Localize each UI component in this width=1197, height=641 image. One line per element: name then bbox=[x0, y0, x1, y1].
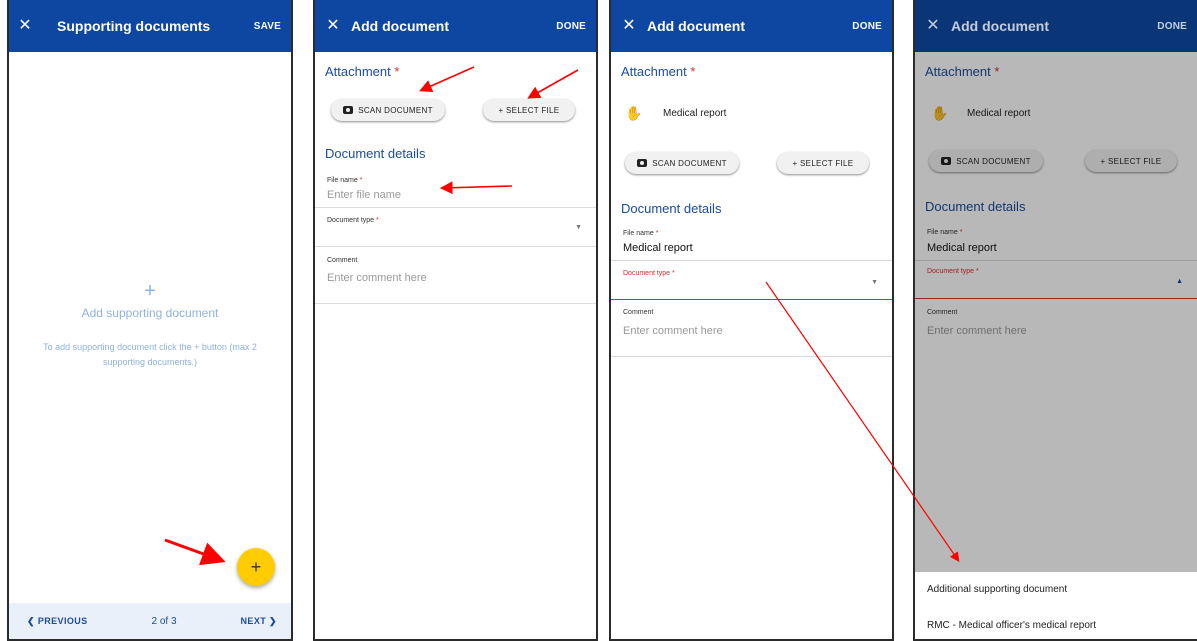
required-mark: * bbox=[394, 64, 400, 79]
add-icon: + bbox=[144, 280, 156, 302]
select-file-button[interactable]: + SELECT FILE bbox=[483, 99, 575, 121]
scrim-overlay[interactable] bbox=[915, 52, 1197, 572]
document-details-heading: Document details bbox=[325, 146, 426, 161]
scan-document-button[interactable]: SCAN DOCUMENT bbox=[625, 152, 739, 174]
save-button[interactable]: SAVE bbox=[254, 21, 291, 32]
file-name-label-text: File name bbox=[327, 177, 358, 184]
divider-error bbox=[611, 299, 892, 300]
close-icon[interactable]: ✕ bbox=[9, 0, 41, 52]
camera-icon bbox=[637, 159, 648, 167]
attachment-heading: Attachment * bbox=[325, 64, 399, 79]
done-button[interactable]: DONE bbox=[1157, 21, 1197, 32]
comment-input[interactable]: Enter comment here bbox=[327, 272, 427, 284]
close-icon[interactable]: ✕ bbox=[915, 0, 951, 52]
empty-state-title: Add supporting document bbox=[81, 306, 219, 320]
done-button[interactable]: DONE bbox=[556, 21, 596, 32]
dropdown-caret-icon[interactable]: ▼ bbox=[575, 224, 582, 231]
divider bbox=[611, 356, 892, 357]
divider bbox=[611, 260, 892, 261]
comment-label: Comment bbox=[327, 257, 358, 264]
screen-add-document-empty: ✕ Add document DONE Attachment * SCAN DO… bbox=[313, 0, 598, 641]
scan-document-label: SCAN DOCUMENT bbox=[652, 158, 727, 168]
file-name-label-text: File name bbox=[623, 230, 654, 237]
comment-label: Comment bbox=[623, 309, 654, 316]
app-bar: ✕ Add document DONE bbox=[915, 0, 1197, 52]
document-type-options-sheet: Additional supporting document RMC - Med… bbox=[915, 572, 1197, 639]
camera-icon bbox=[343, 106, 354, 114]
divider bbox=[315, 207, 596, 208]
required-mark: * bbox=[376, 217, 379, 224]
page-title: Add document bbox=[647, 18, 745, 34]
divider bbox=[315, 246, 596, 247]
document-type-label-text: Document type bbox=[327, 217, 375, 224]
screen-add-document-dropdown-open: Attachment * ✋ Medical report SCAN DOCUM… bbox=[913, 0, 1197, 641]
page-title: Add document bbox=[951, 18, 1049, 34]
page-count: 2 of 3 bbox=[151, 615, 177, 627]
file-name-input[interactable]: Medical report bbox=[623, 242, 693, 254]
next-button[interactable]: NEXT ❯ bbox=[241, 616, 277, 627]
option-additional-supporting-document[interactable]: Additional supporting document bbox=[927, 584, 1067, 595]
scan-document-label: SCAN DOCUMENT bbox=[358, 105, 433, 115]
screen-supporting-documents: ✕ Supporting documents SAVE + Add suppor… bbox=[7, 0, 293, 641]
app-bar: ✕ Supporting documents SAVE bbox=[9, 0, 291, 52]
required-mark: * bbox=[672, 270, 675, 277]
document-type-label: Document type * bbox=[623, 270, 675, 277]
select-file-button[interactable]: + SELECT FILE bbox=[777, 152, 869, 174]
previous-button[interactable]: ❮ PREVIOUS bbox=[27, 616, 88, 627]
add-document-fab[interactable]: + bbox=[237, 548, 275, 586]
page-title: Supporting documents bbox=[57, 18, 211, 34]
required-mark: * bbox=[655, 230, 659, 237]
app-bar: ✕ Add document DONE bbox=[611, 0, 892, 52]
attachment-name[interactable]: Medical report bbox=[663, 108, 726, 119]
file-name-input[interactable]: Enter file name bbox=[327, 189, 401, 201]
screen-add-document-filled: ✕ Add document DONE Attachment * ✋ Medic… bbox=[609, 0, 894, 641]
page-title: Add document bbox=[351, 18, 449, 34]
attachment-label: Attachment bbox=[325, 64, 391, 79]
dropdown-caret-icon[interactable]: ▼ bbox=[871, 279, 878, 286]
document-type-label-text: Document type bbox=[623, 270, 671, 277]
done-button[interactable]: DONE bbox=[852, 21, 892, 32]
close-icon[interactable]: ✕ bbox=[611, 0, 647, 52]
file-name-label: File name * bbox=[327, 177, 362, 184]
pager: ❮ PREVIOUS 2 of 3 NEXT ❯ bbox=[9, 603, 291, 639]
required-mark: * bbox=[359, 177, 363, 184]
document-type-label: Document type * bbox=[327, 217, 379, 224]
app-bar: ✕ Add document DONE bbox=[315, 0, 596, 52]
file-name-label: File name * bbox=[623, 230, 658, 237]
scan-document-button[interactable]: SCAN DOCUMENT bbox=[331, 99, 445, 121]
attachment-label: Attachment bbox=[621, 64, 687, 79]
attachment-heading: Attachment * bbox=[621, 64, 695, 79]
close-icon[interactable]: ✕ bbox=[315, 0, 351, 52]
option-rmc-medical-report[interactable]: RMC - Medical officer's medical report bbox=[927, 620, 1096, 631]
required-mark: * bbox=[690, 64, 696, 79]
divider bbox=[315, 303, 596, 304]
comment-input[interactable]: Enter comment here bbox=[623, 325, 723, 337]
document-details-heading: Document details bbox=[621, 201, 722, 216]
empty-state-hint: To add supporting document click the + b… bbox=[43, 342, 257, 367]
document-hand-icon: ✋ bbox=[625, 105, 643, 121]
stage: ✕ Supporting documents SAVE + Add suppor… bbox=[0, 0, 1197, 641]
